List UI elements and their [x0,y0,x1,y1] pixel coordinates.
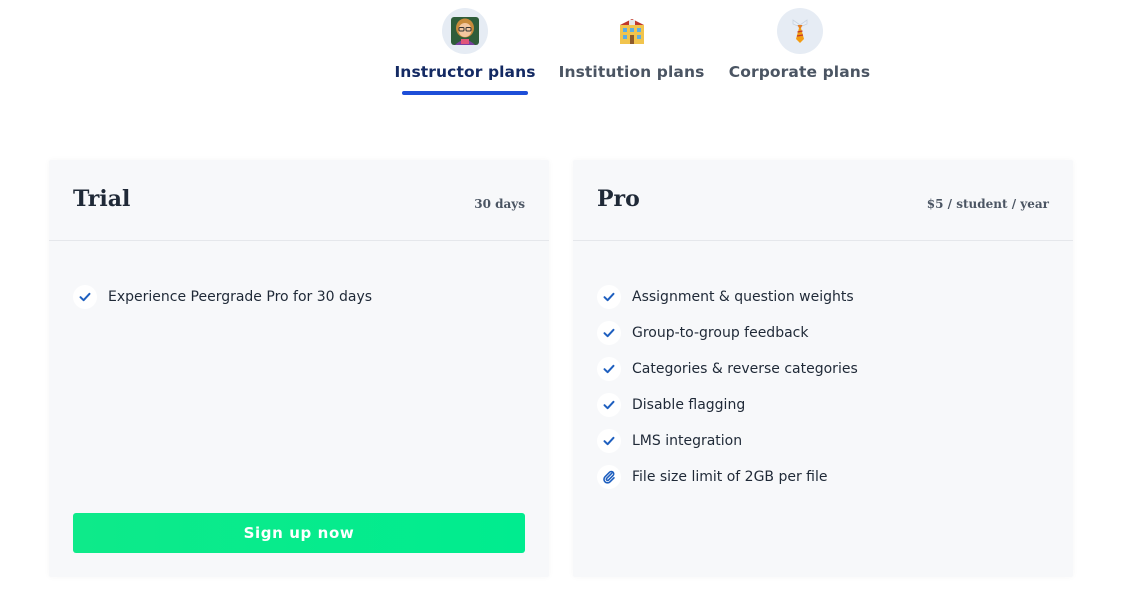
tab-corporate-plans[interactable]: Corporate plans [729,0,870,100]
trial-plan-card: Trial 30 days Experience Peergrade Pro f… [49,160,549,577]
paperclip-icon [597,465,621,489]
tab-label: Corporate plans [728,63,871,81]
check-icon [597,393,621,417]
card-header: Trial 30 days [49,160,549,241]
feature-item: Experience Peergrade Pro for 30 days [73,273,372,321]
tab-label: Instructor plans [394,63,536,81]
check-icon [597,429,621,453]
feature-text: Group-to-group feedback [632,325,809,341]
sign-up-button[interactable]: Sign up now [73,513,525,553]
feature-text: File size limit of 2GB per file [632,469,828,485]
check-icon [597,321,621,345]
teacher-emoji-icon [442,8,488,54]
check-icon [597,357,621,381]
tab-instructor-plans[interactable]: Instructor plans [394,0,535,100]
plan-title: Pro [597,186,640,212]
feature-text: Assignment & question weights [632,289,854,305]
feature-text: Categories & reverse categories [632,361,858,377]
plan-price: 30 days [474,197,525,211]
plan-price: $5 / student / year [926,197,1049,211]
necktie-emoji-icon [776,8,823,54]
feature-item: File size limit of 2GB per file [597,453,858,501]
tab-institution-plans[interactable]: Institution plans [559,0,704,100]
active-tab-underline [402,91,528,95]
feature-text: LMS integration [632,433,743,449]
check-icon [73,285,97,309]
feature-list: Assignment & question weights Group-to-g… [597,273,858,501]
tab-label: Institution plans [558,63,705,81]
plan-title: Trial [73,186,131,212]
school-building-emoji-icon [608,8,655,54]
feature-text: Experience Peergrade Pro for 30 days [108,289,373,305]
pro-plan-card: Pro $5 / student / year Assignment & que… [573,160,1073,577]
check-icon [597,285,621,309]
feature-list: Experience Peergrade Pro for 30 days [73,273,372,321]
plan-tabs: Instructor plans Institution plans Corpo… [0,0,1122,100]
feature-text: Disable flagging [632,397,746,413]
card-header: Pro $5 / student / year [573,160,1073,241]
